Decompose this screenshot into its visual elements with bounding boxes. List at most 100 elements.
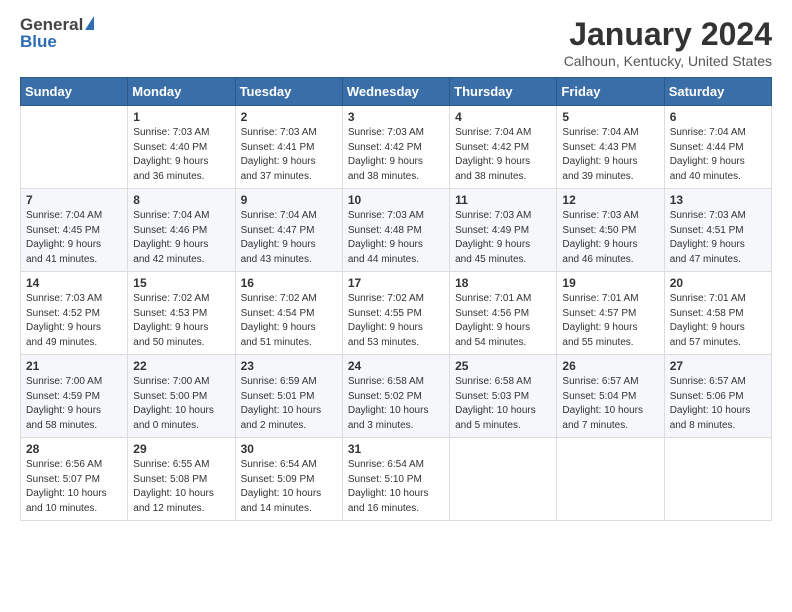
calendar-cell: 9 Sunrise: 7:04 AMSunset: 4:47 PMDaylight… — [235, 189, 342, 272]
calendar-cell: 11Sunrise: 7:03 AMSunset: 4:49 PMDayligh… — [450, 189, 557, 272]
day-number: 29 — [133, 442, 229, 456]
calendar-week-row: 7Sunrise: 7:04 AMSunset: 4:45 PMDaylight… — [21, 189, 772, 272]
calendar-cell: 14 Sunrise: 7:03 AMSunset: 4:52 PMDayligh… — [21, 272, 128, 355]
logo: General Blue — [20, 16, 94, 50]
calendar-cell: 17 Sunrise: 7:02 AMSunset: 4:55 PMDayligh… — [342, 272, 449, 355]
day-info: Sunrise: 7:03 AMSunset: 4:40 PMDaylight:… — [133, 126, 229, 184]
day-info: Sunrise: 7:01 AMSunset: 4:57 PMDaylight:… — [562, 292, 658, 350]
day-number: 3 — [348, 110, 444, 124]
day-number: 18 — [455, 276, 551, 290]
day-info: Sunrise: 7:03 AMSunset: 4:52 PMDaylight:… — [26, 292, 122, 350]
calendar-cell: 16 Sunrise: 7:02 AMSunset: 4:54 PMDayligh… — [235, 272, 342, 355]
day-number: 28 — [26, 442, 122, 456]
day-number: 13 — [670, 193, 766, 207]
day-info: Sunrise: 7:04 AMSunset: 4:44 PMDaylight:… — [670, 126, 766, 184]
calendar-cell: 12Sunrise: 7:03 AMSunset: 4:50 PMDayligh… — [557, 189, 664, 272]
day-info: Sunrise: 7:04 AMSunset: 4:43 PMDaylight:… — [562, 126, 658, 184]
day-number: 24 — [348, 359, 444, 373]
calendar-cell: 23 Sunrise: 6:59 AMSunset: 5:01 PMDayligh… — [235, 355, 342, 438]
day-info: Sunrise: 7:01 AMSunset: 4:56 PMDaylight:… — [455, 292, 551, 350]
calendar-week-row: 14 Sunrise: 7:03 AMSunset: 4:52 PMDayligh… — [21, 272, 772, 355]
day-number: 21 — [26, 359, 122, 373]
calendar-cell: 28 Sunrise: 6:56 AMSunset: 5:07 PMDayligh… — [21, 438, 128, 521]
calendar-week-row: 21 Sunrise: 7:00 AMSunset: 4:59 PMDayligh… — [21, 355, 772, 438]
calendar-cell: 20 Sunrise: 7:01 AMSunset: 4:58 PMDayligh… — [664, 272, 771, 355]
day-of-week-header: Tuesday — [235, 78, 342, 106]
day-number: 12 — [562, 193, 658, 207]
day-info: Sunrise: 7:00 AMSunset: 5:00 PMDaylight:… — [133, 375, 229, 433]
calendar-cell: 4Sunrise: 7:04 AMSunset: 4:42 PMDaylight… — [450, 106, 557, 189]
day-number: 26 — [562, 359, 658, 373]
day-info: Sunrise: 7:04 AMSunset: 4:47 PMDaylight:… — [241, 209, 337, 267]
calendar-cell: 22Sunrise: 7:00 AMSunset: 5:00 PMDayligh… — [128, 355, 235, 438]
day-number: 17 — [348, 276, 444, 290]
calendar-cell: 5Sunrise: 7:04 AMSunset: 4:43 PMDaylight… — [557, 106, 664, 189]
day-info: Sunrise: 7:03 AMSunset: 4:51 PMDaylight:… — [670, 209, 766, 267]
day-info: Sunrise: 7:00 AMSunset: 4:59 PMDaylight:… — [26, 375, 122, 433]
calendar-cell: 19 Sunrise: 7:01 AMSunset: 4:57 PMDayligh… — [557, 272, 664, 355]
day-number: 20 — [670, 276, 766, 290]
calendar-cell: 7Sunrise: 7:04 AMSunset: 4:45 PMDaylight… — [21, 189, 128, 272]
day-number: 4 — [455, 110, 551, 124]
day-number: 16 — [241, 276, 337, 290]
day-number: 30 — [241, 442, 337, 456]
calendar-cell: 31 Sunrise: 6:54 AMSunset: 5:10 PMDayligh… — [342, 438, 449, 521]
day-info: Sunrise: 7:01 AMSunset: 4:58 PMDaylight:… — [670, 292, 766, 350]
day-info: Sunrise: 6:58 AMSunset: 5:02 PMDaylight:… — [348, 375, 444, 433]
calendar-cell: 10Sunrise: 7:03 AMSunset: 4:48 PMDayligh… — [342, 189, 449, 272]
logo-triangle-icon — [85, 16, 94, 30]
calendar-header-row: SundayMondayTuesdayWednesdayThursdayFrid… — [21, 78, 772, 106]
calendar-cell: 27Sunrise: 6:57 AMSunset: 5:06 PMDayligh… — [664, 355, 771, 438]
day-info: Sunrise: 7:02 AMSunset: 4:54 PMDaylight:… — [241, 292, 337, 350]
day-number: 14 — [26, 276, 122, 290]
day-number: 7 — [26, 193, 122, 207]
calendar-cell — [21, 106, 128, 189]
calendar-cell: 13 Sunrise: 7:03 AMSunset: 4:51 PMDayligh… — [664, 189, 771, 272]
day-of-week-header: Wednesday — [342, 78, 449, 106]
day-number: 1 — [133, 110, 229, 124]
day-number: 6 — [670, 110, 766, 124]
day-info: Sunrise: 7:03 AMSunset: 4:41 PMDaylight:… — [241, 126, 337, 184]
calendar-cell: 25Sunrise: 6:58 AMSunset: 5:03 PMDayligh… — [450, 355, 557, 438]
day-number: 11 — [455, 193, 551, 207]
calendar-cell: 24 Sunrise: 6:58 AMSunset: 5:02 PMDayligh… — [342, 355, 449, 438]
title-area: January 2024 Calhoun, Kentucky, United S… — [564, 16, 772, 69]
logo-blue: Blue — [20, 33, 57, 50]
day-info: Sunrise: 7:04 AMSunset: 4:46 PMDaylight:… — [133, 209, 229, 267]
day-number: 8 — [133, 193, 229, 207]
calendar-cell: 29 Sunrise: 6:55 AMSunset: 5:08 PMDayligh… — [128, 438, 235, 521]
day-number: 10 — [348, 193, 444, 207]
day-info: Sunrise: 7:02 AMSunset: 4:53 PMDaylight:… — [133, 292, 229, 350]
calendar-cell: 15Sunrise: 7:02 AMSunset: 4:53 PMDayligh… — [128, 272, 235, 355]
day-number: 25 — [455, 359, 551, 373]
day-info: Sunrise: 7:03 AMSunset: 4:42 PMDaylight:… — [348, 126, 444, 184]
calendar-cell — [450, 438, 557, 521]
day-info: Sunrise: 6:54 AMSunset: 5:10 PMDaylight:… — [348, 458, 444, 516]
calendar-cell: 8 Sunrise: 7:04 AMSunset: 4:46 PMDaylight… — [128, 189, 235, 272]
day-info: Sunrise: 6:54 AMSunset: 5:09 PMDaylight:… — [241, 458, 337, 516]
day-number: 19 — [562, 276, 658, 290]
calendar-week-row: 1 Sunrise: 7:03 AMSunset: 4:40 PMDaylight… — [21, 106, 772, 189]
month-title: January 2024 — [564, 16, 772, 53]
calendar-cell: 6 Sunrise: 7:04 AMSunset: 4:44 PMDaylight… — [664, 106, 771, 189]
day-of-week-header: Saturday — [664, 78, 771, 106]
day-info: Sunrise: 6:57 AMSunset: 5:06 PMDaylight:… — [670, 375, 766, 433]
day-number: 23 — [241, 359, 337, 373]
day-number: 9 — [241, 193, 337, 207]
day-info: Sunrise: 6:59 AMSunset: 5:01 PMDaylight:… — [241, 375, 337, 433]
day-info: Sunrise: 6:57 AMSunset: 5:04 PMDaylight:… — [562, 375, 658, 433]
day-info: Sunrise: 7:02 AMSunset: 4:55 PMDaylight:… — [348, 292, 444, 350]
logo-general: General — [20, 16, 83, 33]
day-number: 31 — [348, 442, 444, 456]
day-of-week-header: Thursday — [450, 78, 557, 106]
day-of-week-header: Sunday — [21, 78, 128, 106]
calendar-cell — [557, 438, 664, 521]
calendar-week-row: 28 Sunrise: 6:56 AMSunset: 5:07 PMDayligh… — [21, 438, 772, 521]
calendar-cell — [664, 438, 771, 521]
day-number: 2 — [241, 110, 337, 124]
day-info: Sunrise: 6:55 AMSunset: 5:08 PMDaylight:… — [133, 458, 229, 516]
calendar-table: SundayMondayTuesdayWednesdayThursdayFrid… — [20, 77, 772, 521]
calendar-cell: 2 Sunrise: 7:03 AMSunset: 4:41 PMDaylight… — [235, 106, 342, 189]
day-of-week-header: Friday — [557, 78, 664, 106]
day-info: Sunrise: 6:56 AMSunset: 5:07 PMDaylight:… — [26, 458, 122, 516]
